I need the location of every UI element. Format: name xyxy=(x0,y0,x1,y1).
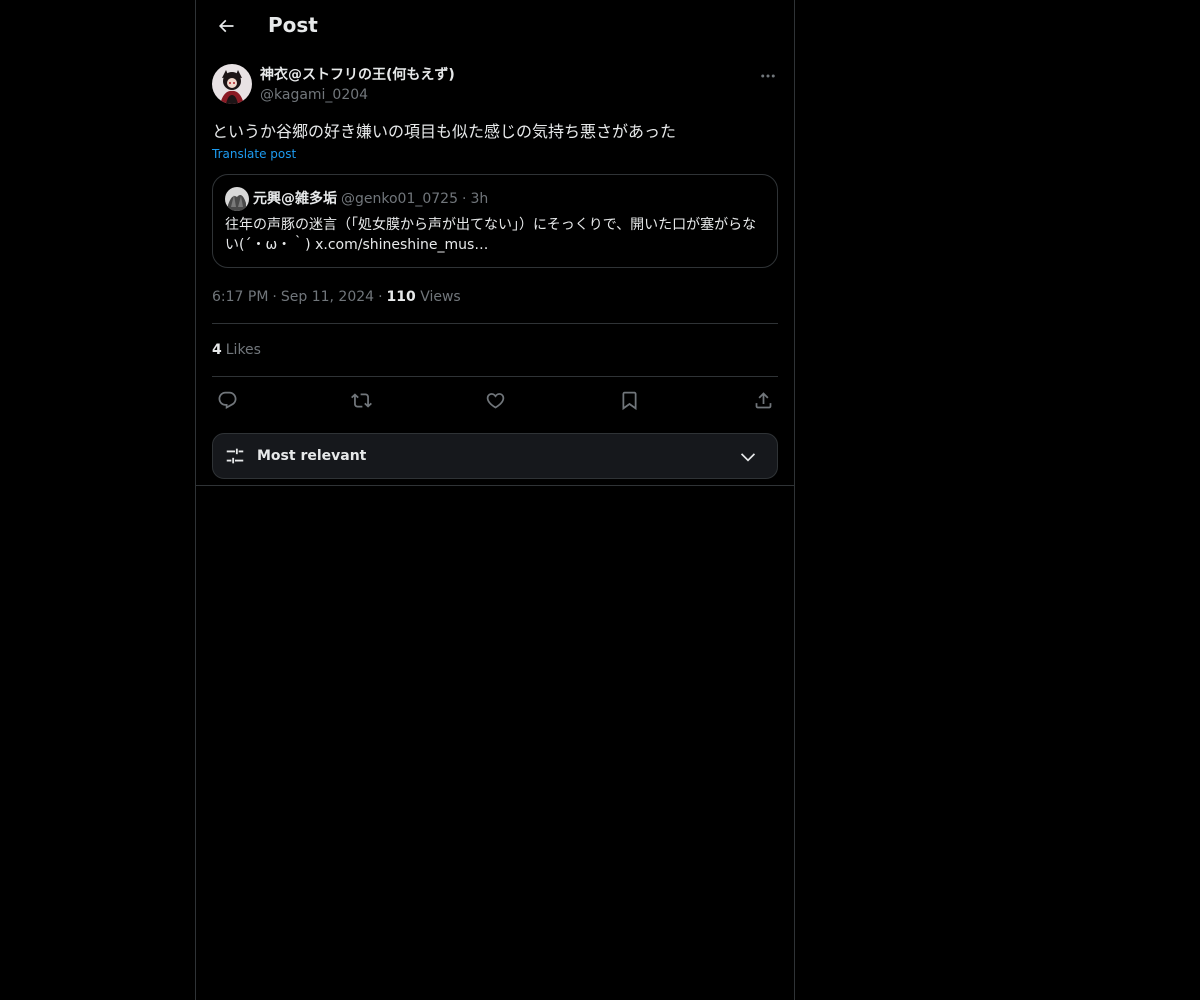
sliders-icon xyxy=(223,444,247,468)
primary-column: Post 神衣@ストフリの王(何もえず) @kagami_0204 というか谷郷… xyxy=(195,0,795,1000)
repost-icon xyxy=(350,392,372,408)
reply-button[interactable] xyxy=(216,389,238,411)
repost-button[interactable] xyxy=(350,389,372,411)
quoted-post-header: 元興@雑多垢 @genko01_0725 · 3h xyxy=(225,187,488,211)
back-button[interactable] xyxy=(212,12,240,40)
page-header: Post xyxy=(196,0,794,53)
quoted-author-avatar xyxy=(225,187,249,211)
author-display-name[interactable]: 神衣@ストフリの王(何もえず) xyxy=(260,65,455,85)
post-actions xyxy=(212,377,778,423)
quoted-author-handle: @genko01_0725 xyxy=(341,191,458,207)
more-options-button[interactable] xyxy=(758,66,778,86)
post-article: 神衣@ストフリの王(何もえず) @kagami_0204 というか谷郷の好き嫌い… xyxy=(212,64,778,479)
reply-sort-dropdown[interactable]: Most relevant xyxy=(212,433,778,479)
views-label: Views xyxy=(420,289,461,305)
meta-separator: · xyxy=(378,289,383,305)
chevron-down-icon xyxy=(737,446,759,468)
translate-post-link[interactable]: Translate post xyxy=(212,146,778,162)
post-text: というか谷郷の好き嫌いの項目も似た感じの気持ち悪さがあった xyxy=(212,122,677,141)
post-date[interactable]: Sep 11, 2024 xyxy=(281,289,374,305)
quoted-post[interactable]: 元興@雑多垢 @genko01_0725 · 3h 往年の声豚の迷言（「処女膜か… xyxy=(212,174,778,268)
reply-icon xyxy=(218,391,236,409)
post-meta: 6:17 PM · Sep 11, 2024 · 110 Views xyxy=(212,287,778,307)
avatar-image xyxy=(212,64,252,104)
sort-label: Most relevant xyxy=(257,448,367,464)
share-button[interactable] xyxy=(752,389,774,411)
author-handle[interactable]: @kagami_0204 xyxy=(260,85,455,105)
likes-count: 4 xyxy=(212,342,222,358)
author-avatar[interactable] xyxy=(212,64,252,104)
heart-icon xyxy=(486,392,504,409)
views-count: 110 xyxy=(386,289,416,305)
likes-row[interactable]: 4 Likes xyxy=(212,324,778,376)
post-author-row: 神衣@ストフリの王(何もえず) @kagami_0204 xyxy=(212,64,778,108)
bookmark-icon xyxy=(622,391,636,410)
section-divider xyxy=(196,485,794,486)
quoted-author-name: 元興@雑多垢 xyxy=(253,191,337,207)
share-icon xyxy=(755,391,771,408)
arrow-left-icon xyxy=(218,19,234,33)
post-time[interactable]: 6:17 PM xyxy=(212,289,268,305)
bookmark-button[interactable] xyxy=(618,389,640,411)
likes-label: Likes xyxy=(225,342,261,358)
quoted-separator: · xyxy=(462,191,467,207)
meta-separator: · xyxy=(272,289,277,305)
quoted-post-time: 3h xyxy=(470,191,489,207)
more-horizontal-icon xyxy=(761,74,775,78)
author-names: 神衣@ストフリの王(何もえず) @kagami_0204 xyxy=(260,64,455,105)
page-title: Post xyxy=(268,13,318,37)
like-button[interactable] xyxy=(484,389,506,411)
quoted-post-text: 往年の声豚の迷言（「処女膜から声が出てない」）にそっくりで、開いた口が塞がらない… xyxy=(225,217,757,253)
